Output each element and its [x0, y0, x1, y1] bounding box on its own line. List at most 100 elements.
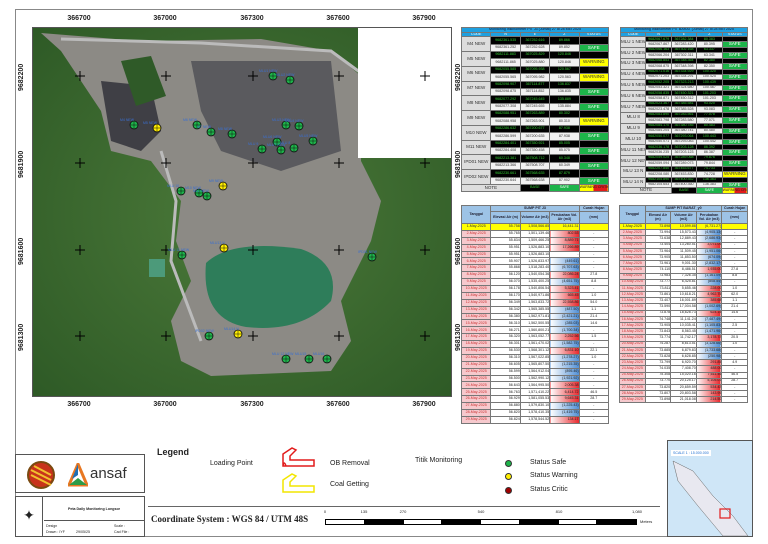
coord-cell: 367263.901: [519, 117, 551, 126]
point-code: MLU 1 NEW: [619, 36, 647, 48]
coord-cell: 9682230.661: [490, 169, 521, 178]
cell: 1,565,385.55: [519, 305, 551, 314]
cell: -: [578, 402, 610, 411]
cad-label: Cad File :: [114, 530, 130, 534]
point-code: M10 NEW: [460, 124, 492, 141]
coord-cell: 135.884: [549, 102, 580, 112]
cell: 56.605: [490, 360, 521, 369]
note-warning: WARNING: [722, 187, 740, 192]
table-row: 17-May-2025 56.320 1,563,052.77 2,252.56 1.5: [460, 333, 610, 342]
y-tick-label: 9682200: [455, 63, 462, 91]
cell: 46.5: [578, 388, 610, 397]
point-code: MLU 6 NEW: [619, 90, 647, 102]
cell: 1,578,410.35: [519, 409, 551, 417]
table-row: M5 NEW 9682111.883 367025.829 120.846: [460, 50, 610, 67]
cell: -: [549, 250, 580, 259]
point-label: MLU15: [295, 352, 306, 356]
cell: 56.310: [490, 319, 521, 328]
cell: 29-May-2025: [619, 396, 646, 404]
table-row: 29-May-2025 56.824 1,578,544.52 134.17-: [460, 415, 610, 424]
scale-label: 1,080: [631, 509, 643, 514]
coord-cell: 9682077.308: [490, 102, 521, 112]
cell: 55.834: [490, 236, 521, 245]
coordinate-system: Coordinate System : WGS 84 / UTM 48S: [151, 514, 309, 524]
coord-cell: 85.005: [549, 139, 580, 149]
cell: 1,562,500.55: [519, 319, 551, 328]
cell: -: [578, 326, 610, 335]
y-tick-label: 9681600: [18, 237, 25, 265]
cell: 56.349: [490, 298, 521, 307]
status-safe-icon: [505, 460, 512, 467]
coord-cell: 9682098.907: [490, 80, 521, 89]
coord-cell: 87.938: [549, 124, 580, 134]
table-row: 22-May-2025 56.599 1,564,912.04 (895.46) -: [460, 367, 610, 376]
cell: 56.880: [490, 402, 521, 411]
base-cell: [578, 169, 610, 178]
coord-cell: 367568.635: [519, 169, 551, 178]
cell: 56.380: [490, 312, 521, 321]
point-code: IPD01 NEW: [460, 154, 492, 171]
cell: (1,225.43): [549, 402, 580, 411]
point-label: MLU 9: [248, 142, 258, 146]
point-label: MLU 8: [280, 141, 290, 145]
cell: 6,414.72: [549, 388, 580, 397]
scale-label: 540: [477, 509, 485, 514]
title-block: ✦ Peta Daily Monitoring Longsor Design D…: [15, 496, 145, 537]
cell: 19-May-2025: [460, 347, 492, 355]
column-header: Perubahan Vol. Air (m3): [549, 211, 580, 224]
table-row: 19-May-2025 56.530 1,568,301.12 6,831.10 22.…: [460, 347, 610, 355]
coord-cell: 9682088.951: [490, 110, 521, 119]
legend-ob-removal: OB Removal: [330, 460, 370, 467]
cell: (449.61): [549, 257, 580, 266]
cell: 1,563,833.72: [519, 298, 551, 307]
coord-cell: 120.567: [549, 65, 580, 75]
cell: 11-May-2025: [460, 291, 492, 300]
base-cell: [578, 65, 610, 75]
scale-label: 135: [360, 509, 368, 514]
note-label: NOTE: [620, 187, 672, 194]
table-row: 26-May-2025 56.929 1,581,055.53 9,645.31 28.…: [460, 395, 610, 404]
cell: 1,564,995.50: [519, 381, 551, 390]
x-tick-label: 367000: [153, 401, 177, 408]
point-label: IPD01 NEW: [358, 250, 378, 254]
cell: 1.0: [578, 353, 610, 362]
column-header: Volume Air (m3): [670, 211, 697, 224]
cell: (895.46): [549, 367, 580, 376]
note-safe: SAFE: [696, 187, 723, 194]
cell: 20-May-2025: [460, 353, 492, 362]
table-row: 15-May-2025 56.310 1,562,500.55 (285.03) 14.…: [460, 319, 610, 328]
cell: (285.03): [549, 319, 580, 328]
orthophoto-map[interactable]: M4 NEW M5 NEW M6 NEW M7 NEW M8 NEW MLU1 NEW ML…: [32, 27, 452, 397]
cell: 56.310: [490, 353, 521, 362]
ansaf-logo-text: ansaf: [90, 465, 127, 482]
cell: 1,526,883.10: [519, 243, 551, 252]
coord-cell: 89.866: [549, 36, 580, 45]
point-label: MLU 10: [167, 184, 179, 188]
coord-cell: 367200.635: [519, 132, 551, 141]
cell: -: [578, 381, 610, 390]
table-row: IPD02 NEW 9682230.661 367568.635 87.879: [460, 169, 610, 185]
x-tick-label: 367000: [153, 15, 177, 22]
base-cell: [578, 110, 610, 119]
cell: -: [578, 243, 610, 252]
point-code: M11 NEW: [460, 139, 492, 156]
base-cell: [578, 80, 610, 89]
cell: 22,558.86: [549, 298, 580, 307]
cell: 22-May-2025: [460, 367, 492, 376]
cell: 9-May-2025: [460, 278, 492, 287]
point-code: M7 NEW: [460, 80, 492, 97]
status-badge: SAFE: [578, 147, 610, 156]
cell: 21-May-2025: [460, 360, 492, 369]
table-row: 11-May-2025 56.170 1,540,971.86 665.45 1.0: [460, 291, 610, 300]
point-label: MLU 11 NEW: [168, 248, 190, 252]
point-code: MLU 9: [619, 122, 647, 135]
cell: -: [578, 257, 610, 266]
point-label: MLU 12 NEW: [272, 352, 294, 356]
legend-loading-point: Loading Point: [210, 460, 253, 467]
cell: 1,540,806.54: [519, 285, 551, 293]
cell: -: [578, 374, 610, 383]
cell: -: [578, 415, 610, 424]
cell: 13-May-2025: [460, 305, 492, 314]
status-badge: SAFE: [578, 161, 610, 171]
sump-table-2: Tanggal SUMP PIT BARAT_y0 Curah Hujan Eleva…: [619, 204, 748, 404]
